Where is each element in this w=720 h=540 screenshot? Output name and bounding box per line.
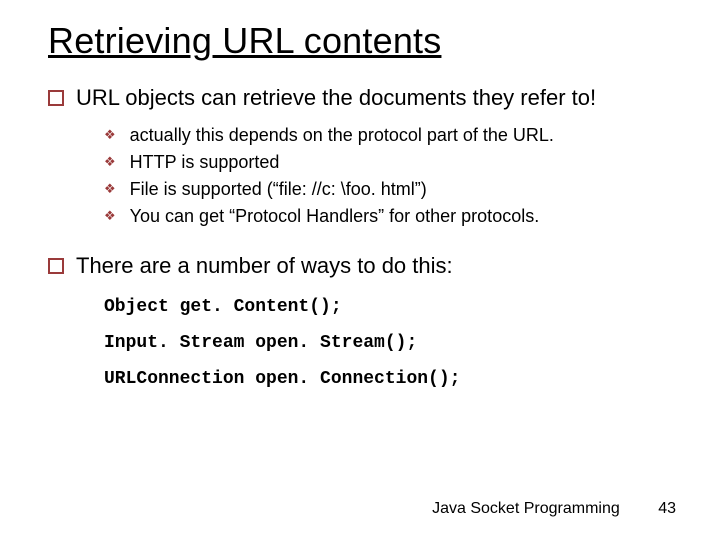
diamond-bullet-icon: ❖ bbox=[104, 125, 116, 145]
slide-title: Retrieving URL contents bbox=[48, 20, 680, 62]
square-bullet-icon bbox=[48, 258, 64, 274]
bullet-level2: ❖ HTTP is supported bbox=[104, 149, 680, 176]
code-block: Object get. Content();Input. Stream open… bbox=[104, 289, 680, 397]
bullet-text: There are a number of ways to do this: bbox=[76, 252, 453, 280]
square-bullet-icon bbox=[48, 90, 64, 106]
code-line: Input. Stream open. Stream(); bbox=[104, 325, 680, 361]
code-line: URLConnection open. Connection(); bbox=[104, 361, 680, 397]
bullet-level2: ❖ File is supported (“file: //c: \foo. h… bbox=[104, 176, 680, 203]
diamond-bullet-icon: ❖ bbox=[104, 206, 116, 226]
sub-bullet-group: ❖ actually this depends on the protocol … bbox=[104, 122, 680, 230]
diamond-bullet-icon: ❖ bbox=[104, 152, 116, 172]
bullet-level2: ❖ actually this depends on the protocol … bbox=[104, 122, 680, 149]
page-number: 43 bbox=[658, 500, 676, 517]
bullet-level1: There are a number of ways to do this: bbox=[48, 252, 680, 280]
bullet-text: HTTP is supported bbox=[130, 149, 280, 176]
slide-footer: Java Socket Programming 43 bbox=[432, 500, 676, 518]
bullet-text: File is supported (“file: //c: \foo. htm… bbox=[130, 176, 427, 203]
bullet-level1: URL objects can retrieve the documents t… bbox=[48, 84, 680, 112]
slide: Retrieving URL contents URL objects can … bbox=[0, 0, 720, 540]
bullet-level2: ❖ You can get “Protocol Handlers” for ot… bbox=[104, 203, 680, 230]
diamond-bullet-icon: ❖ bbox=[104, 179, 116, 199]
code-line: Object get. Content(); bbox=[104, 289, 680, 325]
bullet-text: actually this depends on the protocol pa… bbox=[130, 122, 554, 149]
bullet-text: You can get “Protocol Handlers” for othe… bbox=[130, 203, 540, 230]
bullet-text: URL objects can retrieve the documents t… bbox=[76, 84, 596, 112]
footer-label: Java Socket Programming bbox=[432, 500, 620, 517]
